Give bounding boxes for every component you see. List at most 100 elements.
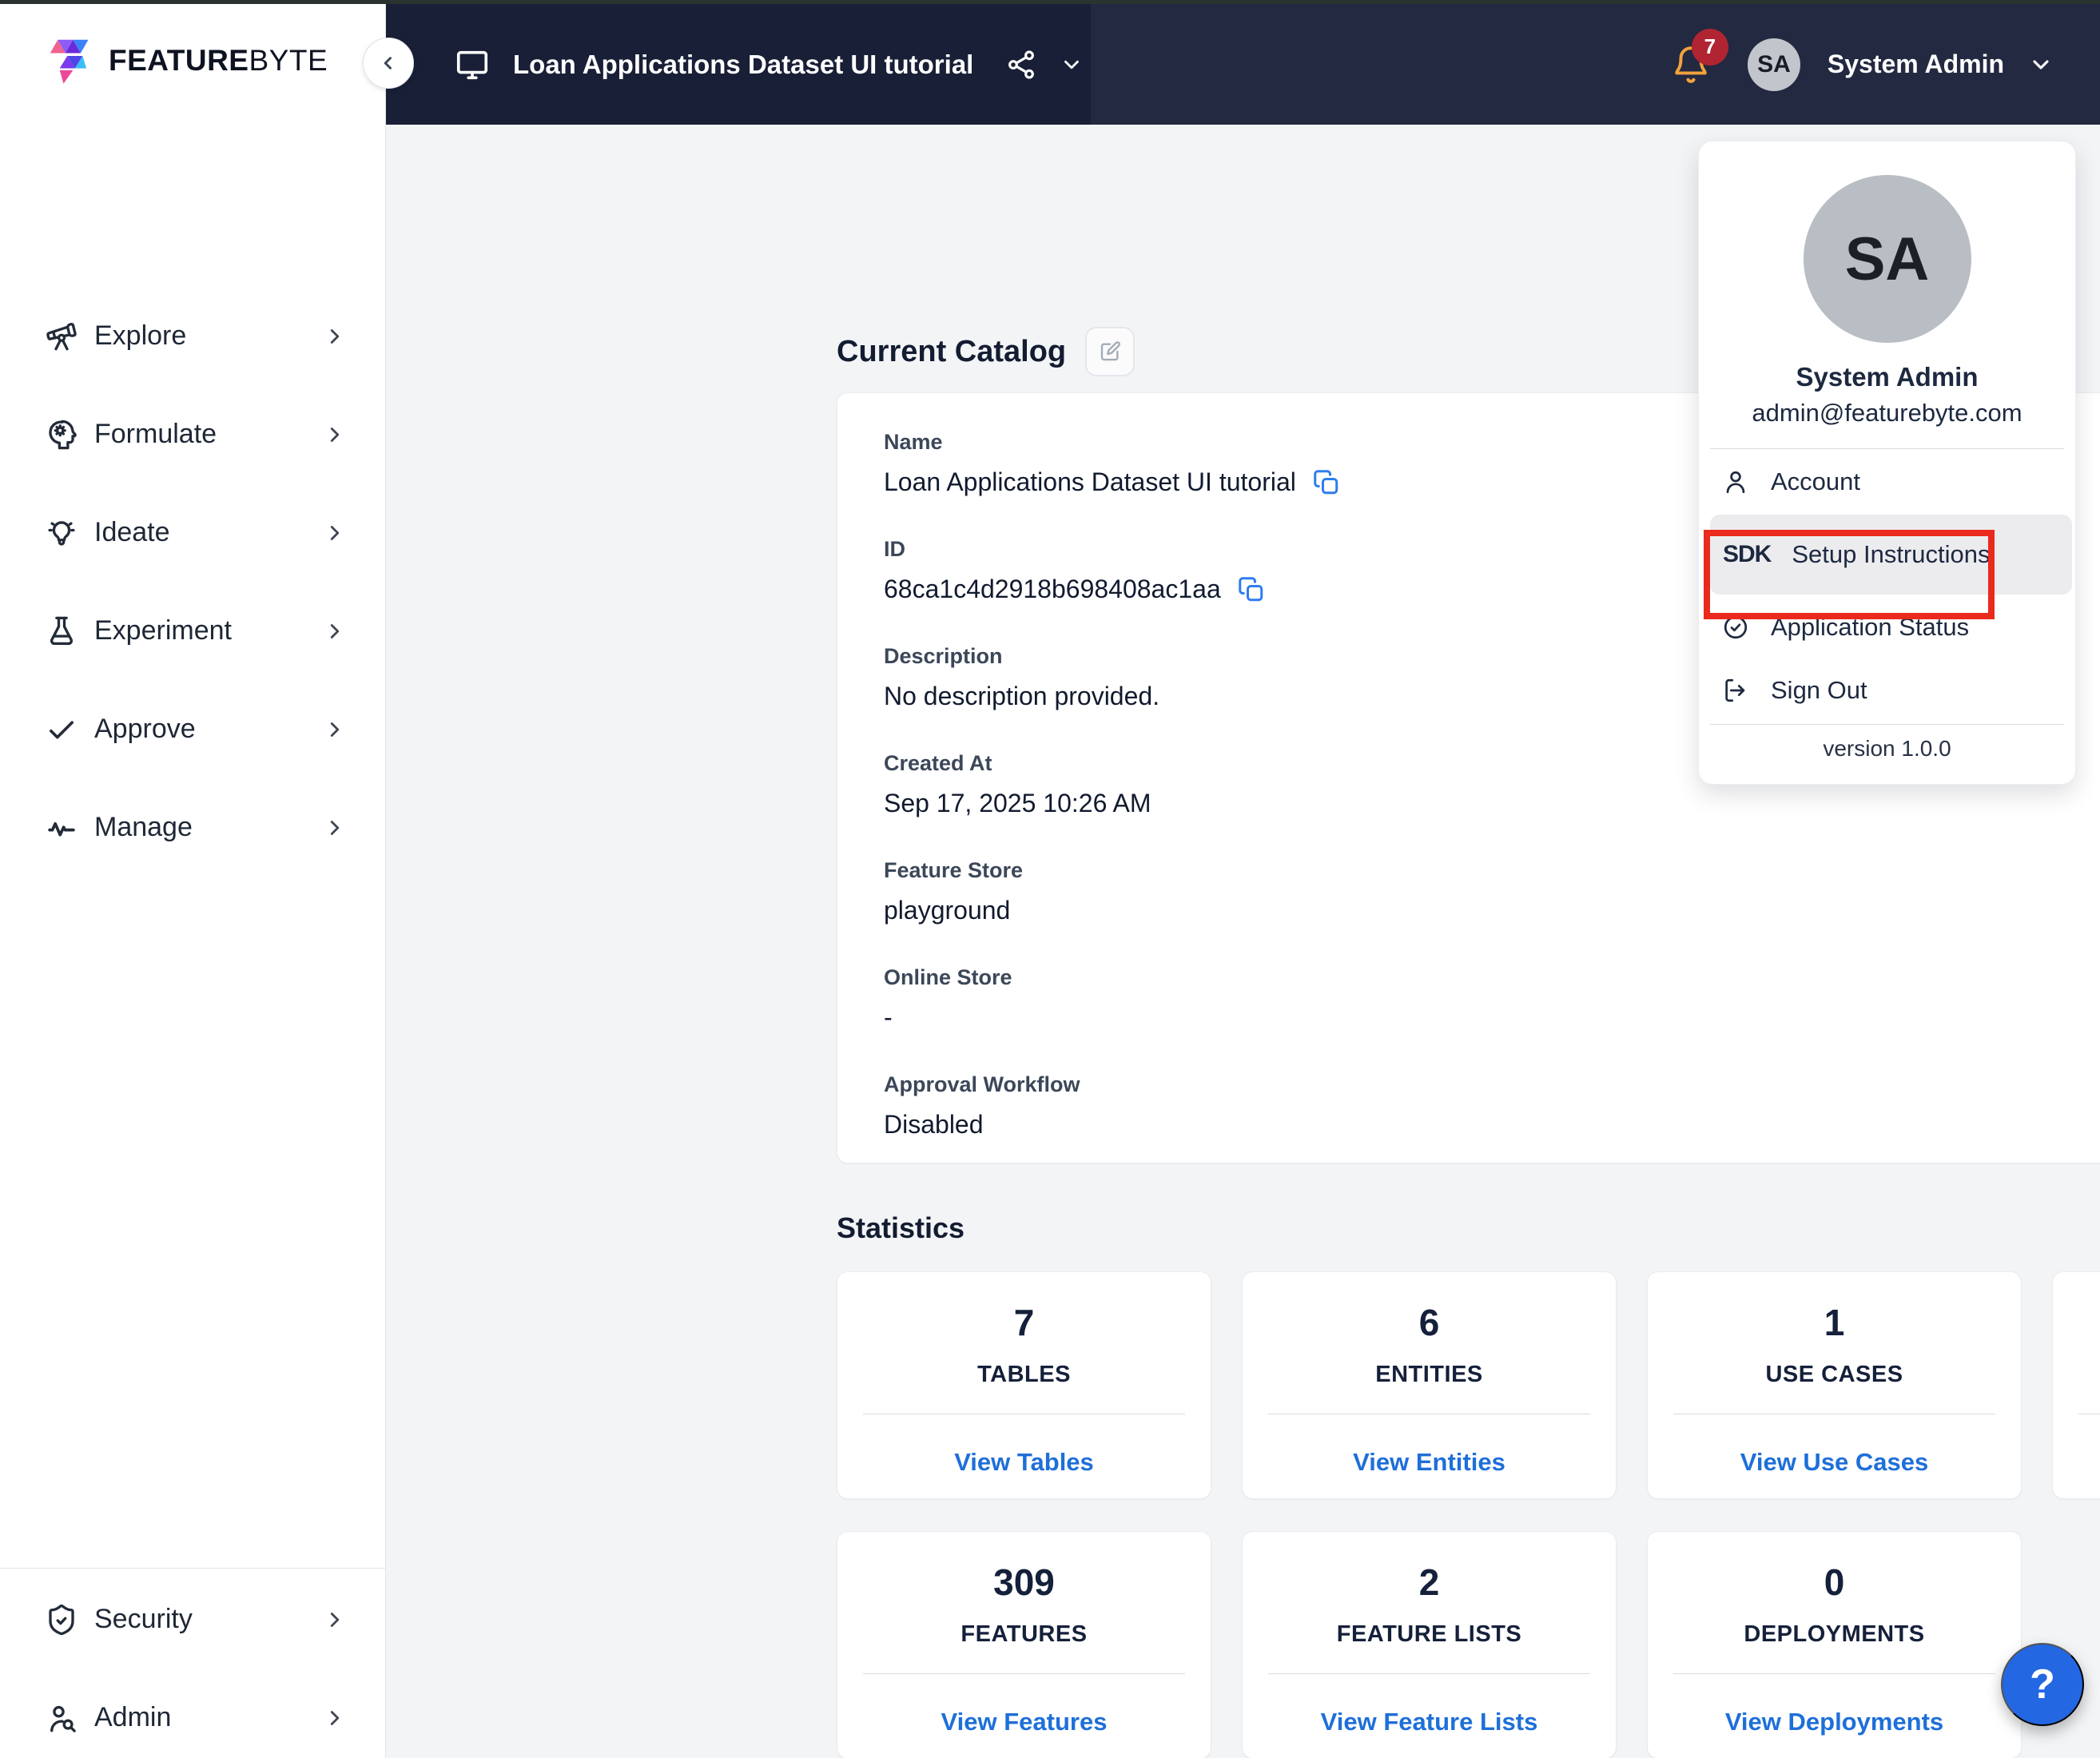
sidebar-item-label: Manage [94, 812, 193, 843]
field-label: Approval Workflow [884, 1072, 2100, 1097]
lightbulb-icon [45, 516, 78, 550]
menu-item-label: Sign Out [1771, 676, 1867, 705]
divider [1268, 1673, 1590, 1674]
stat-value: 309 [993, 1561, 1055, 1604]
field-value: - [884, 1003, 893, 1032]
divider [1673, 1673, 1995, 1674]
stat-card-entities: 6 ENTITIES View Entities [1242, 1271, 1617, 1499]
sidebar-collapse-button[interactable] [363, 38, 414, 89]
sidebar-item-label: Explore [94, 320, 186, 352]
stat-value: 1 [1824, 1301, 1845, 1344]
stat-label: USE CASES [1765, 1362, 1903, 1388]
monitor-icon [454, 46, 491, 83]
stat-value: 0 [1824, 1561, 1845, 1604]
field-label: Feature Store [884, 858, 2100, 883]
stat-value: 7 [1014, 1301, 1035, 1344]
featurebyte-logo-text: FEATUREBYTE [109, 44, 328, 78]
view-use-cases-link[interactable]: View Use Cases [1740, 1448, 1929, 1477]
stat-label: TABLES [977, 1362, 1071, 1388]
sidebar-item-explore[interactable]: Explore [0, 287, 385, 385]
chevron-right-icon [323, 1706, 347, 1730]
help-button[interactable]: ? [2001, 1643, 2084, 1726]
sidebar-item-experiment[interactable]: Experiment [0, 582, 385, 680]
topbar-catalog-section: Loan Applications Dataset UI tutorial [386, 4, 1091, 125]
catalog-switch-chevron-icon[interactable] [1060, 53, 1084, 77]
topbar: Loan Applications Dataset UI tutorial 7 … [386, 4, 2100, 125]
field-online-store: Online Store - [884, 965, 2100, 1032]
field-feature-store: Feature Store playground [884, 858, 2100, 925]
field-value: playground [884, 896, 1010, 925]
menu-item-sdk-setup-instructions[interactable]: SDK Setup Instructions [1710, 515, 2072, 595]
sidebar-item-label: Formulate [94, 419, 217, 450]
stat-label: FEATURE LISTS [1337, 1621, 1522, 1648]
user-menu-chevron-icon[interactable] [2028, 52, 2054, 78]
user-icon [1721, 467, 1750, 496]
stat-card-ideated-features: 3,112 IDEATED FEATURES View Ideated Feat… [2052, 1271, 2100, 1499]
field-value: Sep 17, 2025 10:26 AM [884, 789, 1151, 818]
circle-check-icon [1721, 613, 1750, 642]
check-icon [45, 713, 78, 746]
chevron-right-icon [323, 423, 347, 447]
avatar: SA [1804, 175, 1971, 343]
field-value: 68ca1c4d2918b698408ac1aa [884, 575, 1221, 604]
view-feature-lists-link[interactable]: View Feature Lists [1321, 1708, 1538, 1736]
sidebar: FEATUREBYTE Explore Formulate Ideate [0, 4, 386, 1758]
flask-icon [45, 615, 78, 648]
field-approval-workflow: Approval Workflow Disabled [884, 1072, 2100, 1140]
menu-item-label: Application Status [1771, 613, 1969, 642]
view-entities-link[interactable]: View Entities [1353, 1448, 1505, 1477]
activity-icon [45, 811, 78, 845]
chevron-right-icon [323, 521, 347, 545]
sidebar-item-admin[interactable]: Admin [0, 1669, 385, 1758]
view-deployments-link[interactable]: View Deployments [1725, 1708, 1943, 1736]
sidebar-item-label: Admin [94, 1702, 171, 1733]
statistics-grid: 7 TABLES View Tables 6 ENTITIES View Ent… [837, 1271, 2100, 1758]
stat-value: 2 [1419, 1561, 1440, 1604]
catalog-title: Loan Applications Dataset UI tutorial [513, 50, 973, 80]
view-features-link[interactable]: View Features [941, 1708, 1108, 1736]
view-tables-link[interactable]: View Tables [954, 1448, 1094, 1477]
field-value: Loan Applications Dataset UI tutorial [884, 467, 1296, 497]
chevron-left-icon [376, 51, 400, 75]
head-gear-icon [45, 418, 78, 451]
chevron-right-icon [323, 324, 347, 348]
user-search-icon [45, 1701, 78, 1735]
sidebar-item-approve[interactable]: Approve [0, 680, 385, 778]
share-icon[interactable] [1005, 49, 1037, 81]
field-value: No description provided. [884, 682, 1159, 711]
stat-card-feature-lists: 2 FEATURE LISTS View Feature Lists [1242, 1531, 1617, 1758]
chevron-right-icon [323, 718, 347, 742]
field-label: Online Store [884, 965, 2100, 990]
divider [1710, 724, 2064, 725]
menu-item-account[interactable]: Account [1699, 449, 2075, 515]
notifications-button[interactable]: 7 [1671, 43, 1711, 86]
chevron-right-icon [323, 619, 347, 643]
menu-item-sign-out[interactable]: Sign Out [1699, 660, 2075, 721]
sidebar-item-manage[interactable]: Manage [0, 778, 385, 877]
edit-catalog-button[interactable] [1085, 327, 1135, 376]
sidebar-item-ideate[interactable]: Ideate [0, 483, 385, 582]
edit-pencil-icon [1098, 340, 1122, 364]
user-menu-button[interactable]: System Admin [1828, 50, 2004, 79]
telescope-icon [45, 320, 78, 353]
sidebar-item-security[interactable]: Security [0, 1570, 385, 1669]
avatar[interactable]: SA [1748, 38, 1800, 91]
chevron-right-icon [323, 816, 347, 840]
sidebar-bottom-nav: Security Admin [0, 1568, 385, 1758]
sidebar-item-label: Approve [94, 714, 196, 745]
sidebar-item-formulate[interactable]: Formulate [0, 385, 385, 483]
copy-icon[interactable] [1312, 468, 1341, 497]
featurebyte-logo: FEATUREBYTE [46, 36, 328, 86]
logo-light: BYTE [249, 44, 328, 77]
user-dropdown-menu: SA System Admin admin@featurebyte.com Ac… [1698, 141, 2076, 785]
sign-out-icon [1721, 676, 1750, 705]
field-value: Disabled [884, 1110, 984, 1140]
menu-item-application-status[interactable]: Application Status [1699, 595, 2075, 660]
top-edge-strip [0, 0, 2100, 4]
user-name: System Admin [1699, 362, 2075, 392]
notification-badge: 7 [1692, 29, 1728, 66]
stat-card-deployments: 0 DEPLOYMENTS View Deployments [1647, 1531, 2022, 1758]
logo-bold: FEATURE [109, 44, 249, 77]
copy-icon[interactable] [1237, 575, 1266, 604]
sidebar-nav: Explore Formulate Ideate Experiment [0, 287, 385, 877]
